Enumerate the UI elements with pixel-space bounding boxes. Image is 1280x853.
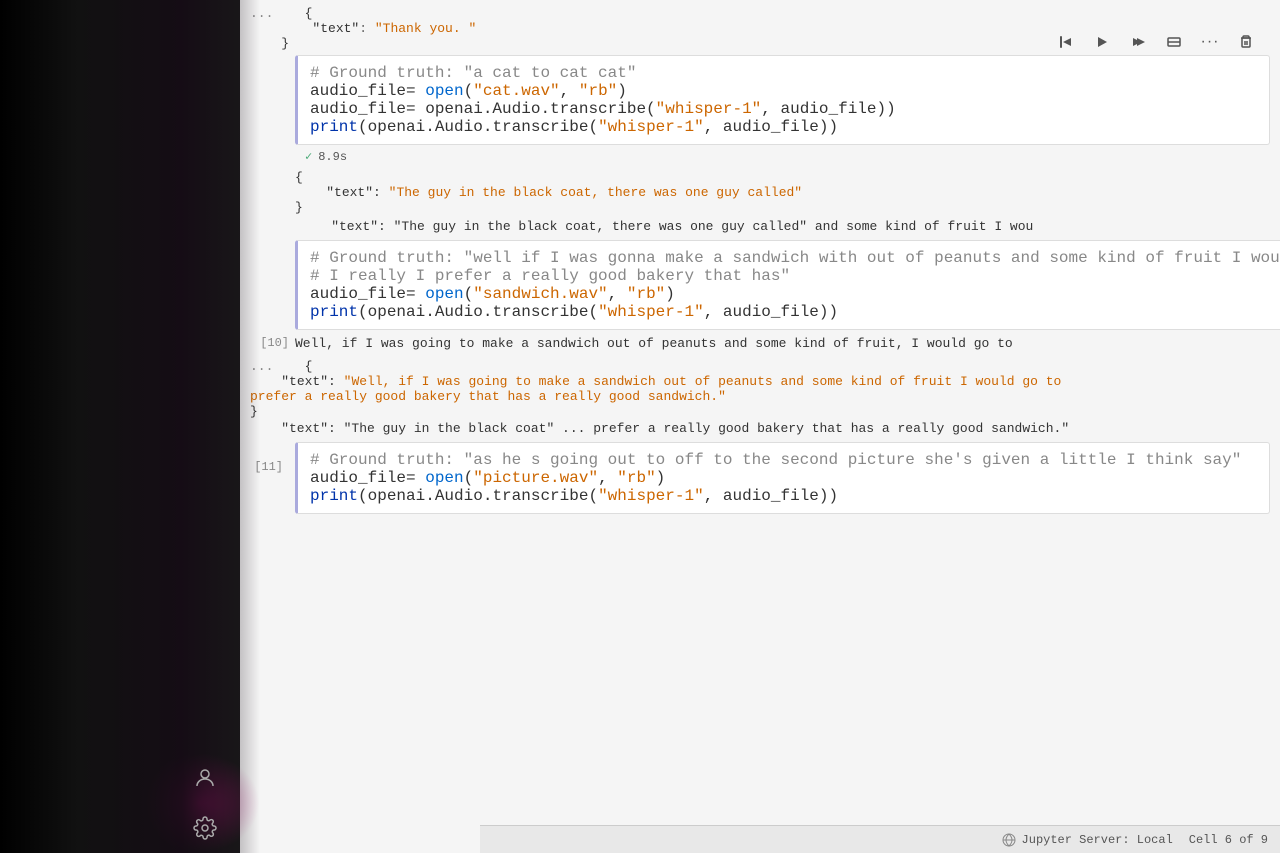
notebook-area: ··· ... { "text": "Thank you. " } [240,0,1280,853]
status-bar: Jupyter Server: Local Cell 6 of 9 [480,825,1280,853]
execution-time-value: 8.9s [318,150,347,164]
run-cell-button[interactable] [1088,28,1116,56]
output-sandwich-row: [10] Well, if I was going to make a sand… [240,332,1280,355]
cell-sandwich-wav: # Ground truth: "well if I was gonna mak… [240,240,1280,330]
run-above-button[interactable] [1052,28,1080,56]
output-text-cat: { "text": "The guy in the black coat, th… [295,166,1280,219]
output-cat-wav: { "text": "The guy in the black coat, th… [240,166,1280,219]
cell-gutter-picture: [11] [240,442,295,484]
cell-picture-wav: [11] # Ground truth: "as he s going out … [240,442,1280,514]
cell-input-sandwich[interactable]: # Ground truth: "well if I was gonna mak… [295,240,1280,330]
execution-time-cat: ✓ 8.9s [240,147,1280,166]
checkmark-icon: ✓ [305,149,312,164]
cell-input-picture[interactable]: # Ground truth: "as he s going out to of… [295,442,1270,514]
server-label: Jupyter Server: Local [1022,833,1173,847]
delete-cell-button[interactable] [1232,28,1260,56]
run-below-button[interactable] [1124,28,1152,56]
cell-input-cat[interactable]: # Ground truth: "a cat to cat cat" audio… [295,55,1270,145]
cell-toolbar: ··· [1052,28,1260,56]
cell-gutter-sandwich [240,240,295,260]
cell-position-label: Cell 6 of 9 [1189,833,1268,847]
sidebar-icons [175,723,235,853]
server-info: Jupyter Server: Local [1002,833,1173,847]
cell-cat-wav: # Ground truth: "a cat to cat cat" audio… [240,55,1280,145]
output-block-sandwich: ... { "text": "Well, if I was going to m… [240,357,1280,421]
cell-number-10: [10] [240,332,295,354]
wide-output-line-1: "text": "The guy in the black coat, ther… [240,219,1280,238]
user-icon[interactable] [190,763,220,793]
cell-gutter-cat [240,55,295,75]
settings-icon[interactable] [190,813,220,843]
more-button[interactable]: ··· [1196,28,1224,56]
server-icon [1002,833,1016,847]
notebook-content: ... { "text": "Thank you. " } # Ground t… [240,0,1280,536]
notebook-scroll[interactable]: ... { "text": "Thank you. " } # Ground t… [240,0,1280,825]
wide-output-line-2: "text": "The guy in the black coat" ... … [240,421,1280,440]
collapse-button[interactable] [1160,28,1188,56]
output-text-sandwich-wide: Well, if I was going to make a sandwich … [295,332,1280,355]
